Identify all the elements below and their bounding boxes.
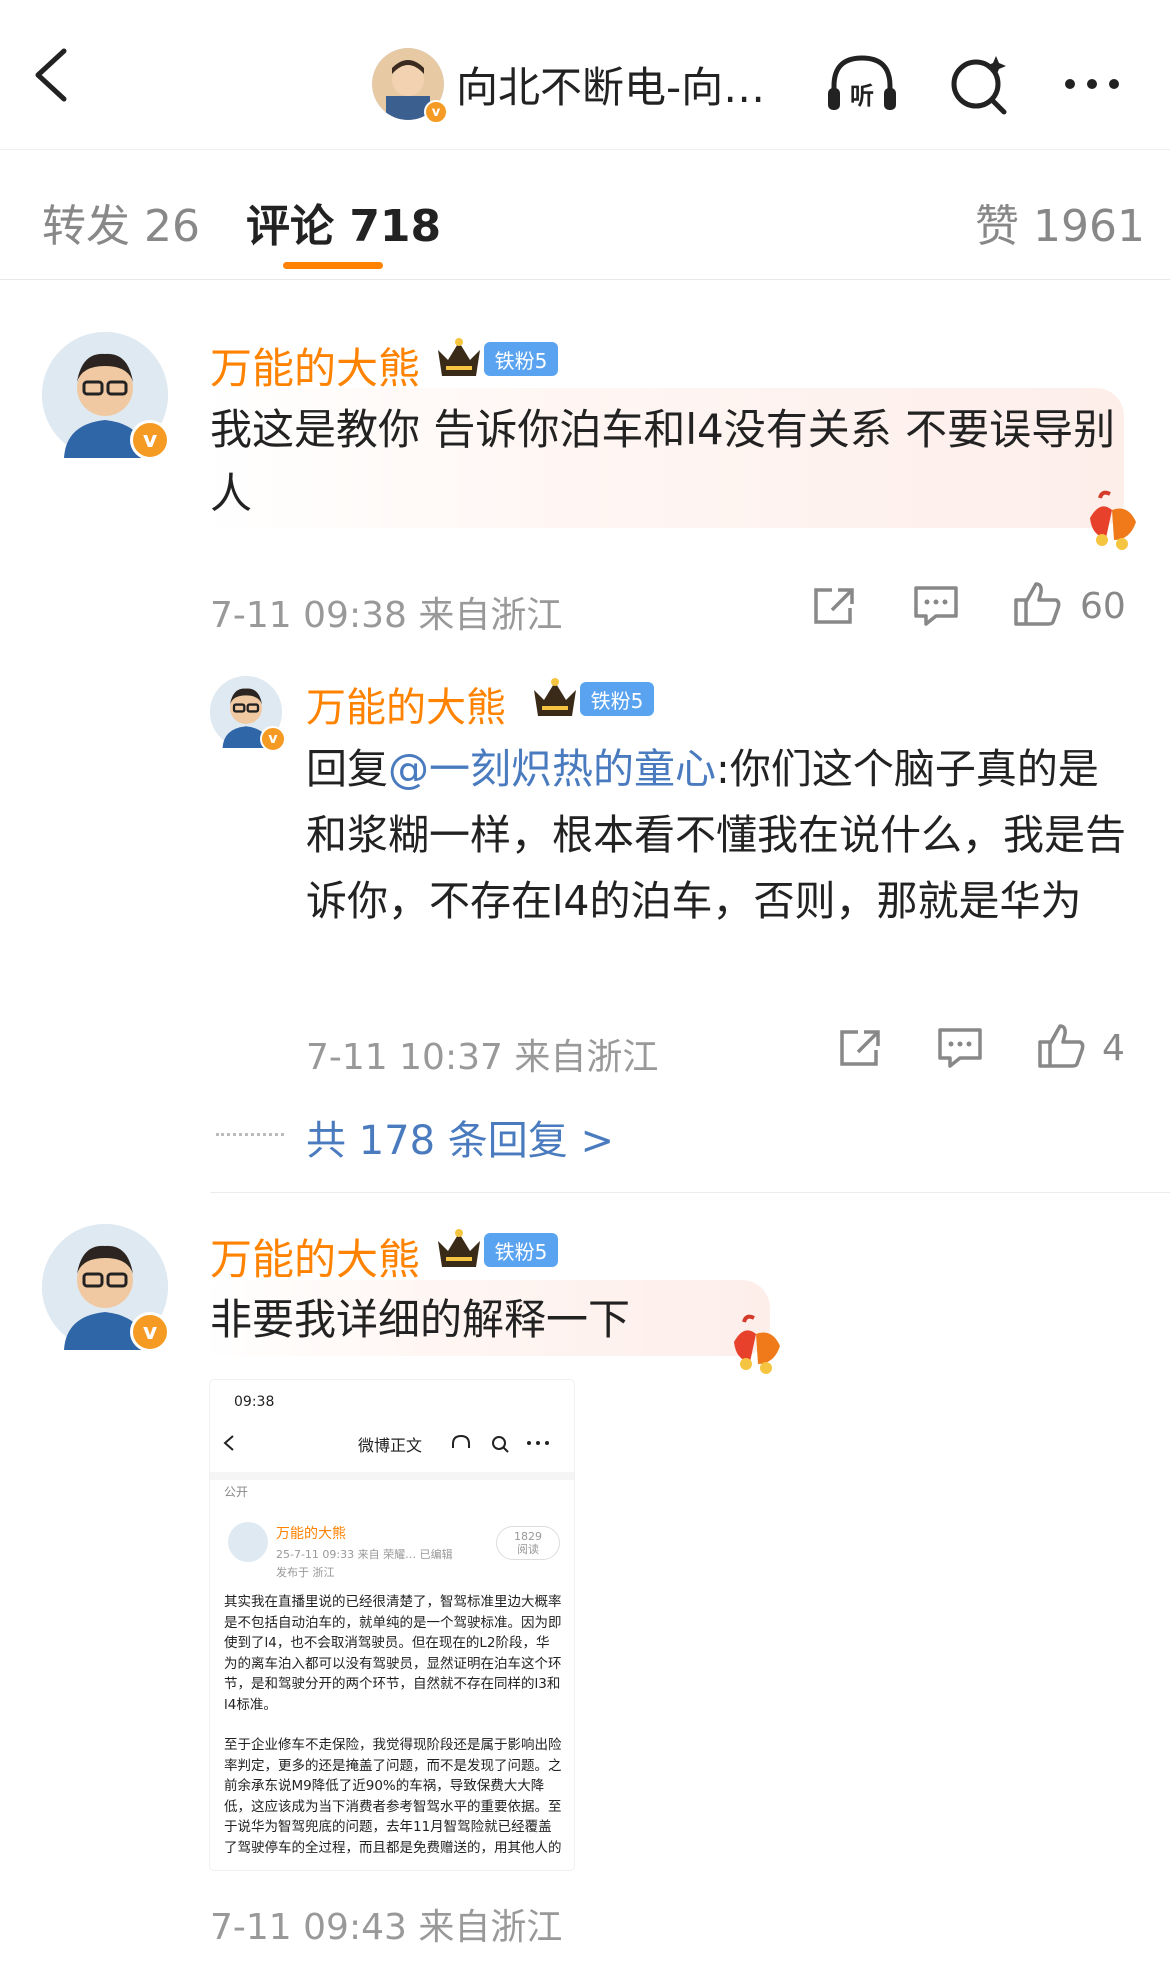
comment-icon[interactable] xyxy=(936,1026,984,1070)
tab-bar: 转发 26 评论 718 赞 1961 xyxy=(0,150,1170,280)
comment-image[interactable]: 09:38 微博正文 公开 万能的大熊 25-7-11 09:33 来自 荣耀…… xyxy=(210,1380,574,1870)
reply-text: 回复@一刻炽热的童心:你们这个脑子真的是和浆糊一样，根本看不懂我在说什么，我是告… xyxy=(306,736,1126,934)
festive-bells-icon xyxy=(734,1314,780,1374)
replies-dots xyxy=(216,1133,284,1136)
status-bar-time: 09:38 xyxy=(234,1394,275,1410)
headphones-listen-icon: 听 xyxy=(828,55,896,110)
embedded-post-body: 其实我在直播里说的已经很清楚了，智驾标准里边大概率是不包括自动泊车的，就单纯的是… xyxy=(224,1592,562,1870)
festive-bells-icon xyxy=(1090,490,1136,550)
crown-icon xyxy=(438,338,480,376)
avatar[interactable]: v xyxy=(42,1224,170,1352)
tab-repost[interactable]: 转发 26 xyxy=(42,190,200,254)
active-tab-indicator xyxy=(283,262,383,269)
share-icon[interactable] xyxy=(810,584,858,628)
embedded-username: 万能的大熊 xyxy=(276,1526,346,1542)
embedded-nav-title: 微博正文 xyxy=(358,1436,423,1455)
verified-icon: v xyxy=(424,100,448,124)
embedded-paragraph: 至于企业修车不走保险，我觉得现阶段还是属于影响出险率判定，更多的还是掩盖了问题，… xyxy=(224,1737,562,1856)
embedded-nav: 微博正文 xyxy=(210,1422,574,1462)
headphones-listen-icon xyxy=(452,1434,470,1448)
like-count: 4 xyxy=(1102,1028,1125,1069)
like-icon[interactable] xyxy=(1012,580,1062,628)
reply-meta: 7-11 10:37 来自浙江 xyxy=(306,1037,659,1078)
header-avatar: v xyxy=(372,48,448,124)
reply-username[interactable]: 万能的大熊 xyxy=(306,675,506,733)
separator xyxy=(210,1472,574,1480)
visibility-label: 公开 xyxy=(224,1485,249,1499)
crown-icon xyxy=(438,1229,480,1267)
more-replies-link[interactable]: 共 178 条回复 > xyxy=(306,1108,614,1166)
fan-level-badge: 铁粉5 xyxy=(580,682,654,716)
verified-icon: v xyxy=(130,1312,170,1352)
embedded-location: 发布于 浙江 xyxy=(276,1566,335,1579)
search-button[interactable] xyxy=(940,48,1020,120)
fan-level-badge: 铁粉5 xyxy=(484,1233,558,1267)
more-button[interactable] xyxy=(1052,48,1132,120)
mention-link[interactable]: @一刻炽热的童心 xyxy=(388,745,716,793)
reply-avatar[interactable]: v xyxy=(210,676,286,752)
share-icon[interactable] xyxy=(836,1026,884,1070)
listen-button[interactable]: 听 xyxy=(822,48,902,120)
comment-meta: 7-11 09:38 来自浙江 xyxy=(210,595,563,636)
svg-text:听: 听 xyxy=(850,82,874,110)
crown-icon xyxy=(534,678,576,716)
comment-text: 非要我详细的解释一下 xyxy=(210,1295,631,1344)
embedded-avatar xyxy=(228,1522,268,1562)
search-sparkle-icon xyxy=(951,56,1007,115)
avatar[interactable]: v xyxy=(42,332,170,460)
comment-username[interactable]: 万能的大熊 xyxy=(210,335,420,396)
page-title: 向北不断电-向… xyxy=(456,62,766,112)
comment-icon[interactable] xyxy=(912,584,960,628)
tab-likes[interactable]: 赞 1961 xyxy=(975,190,1145,254)
comment-username[interactable]: 万能的大熊 xyxy=(210,1226,420,1287)
tab-comments[interactable]: 评论 718 xyxy=(246,190,441,254)
comment-meta: 7-11 09:43 来自浙江 xyxy=(210,1907,563,1948)
chevron-left-icon xyxy=(223,1435,234,1451)
fan-level-badge: 铁粉5 xyxy=(484,342,558,376)
read-count: 1829 阅读 xyxy=(496,1526,560,1560)
verified-icon: v xyxy=(260,726,286,752)
more-dots-icon xyxy=(527,1441,549,1445)
more-dots-icon xyxy=(1065,79,1119,89)
like-icon[interactable] xyxy=(1036,1022,1086,1070)
comment-text: 我这是教你 告诉你泊车和l4没有关系 不要误导别人 xyxy=(210,405,1116,518)
reply-prefix: 回复 xyxy=(306,745,388,793)
top-bar: v 向北不断电-向… 听 xyxy=(0,0,1170,150)
embedded-time: 25-7-11 09:33 来自 荣耀… 已编辑 xyxy=(276,1548,453,1561)
search-icon xyxy=(492,1436,509,1453)
divider xyxy=(210,1192,1170,1193)
back-button[interactable] xyxy=(30,45,90,125)
embedded-paragraph: 其实我在直播里说的已经很清楚了，智驾标准里边大概率是不包括自动泊车的，就单纯的是… xyxy=(224,1594,562,1713)
like-count: 60 xyxy=(1080,586,1126,627)
post-author-header[interactable]: v 向北不断电-向… xyxy=(372,44,765,124)
verified-icon: v xyxy=(130,420,170,460)
chevron-left-icon xyxy=(35,48,67,102)
